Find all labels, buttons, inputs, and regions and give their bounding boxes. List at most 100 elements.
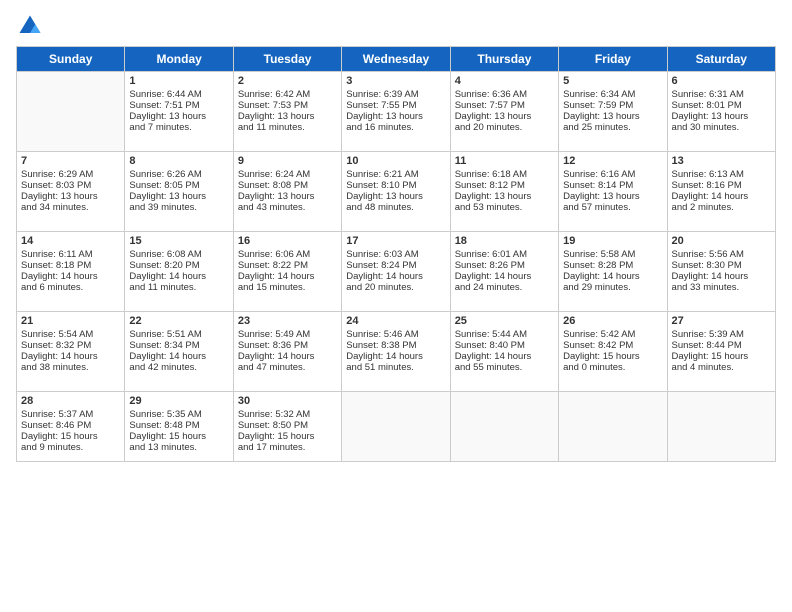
day-info: Sunset: 8:32 PM (21, 340, 120, 351)
logo-icon (16, 12, 44, 40)
header-row: SundayMondayTuesdayWednesdayThursdayFrid… (17, 47, 776, 72)
day-info: Sunrise: 6:11 AM (21, 249, 120, 260)
day-info: Daylight: 13 hours (455, 111, 554, 122)
calendar-cell: 19Sunrise: 5:58 AMSunset: 8:28 PMDayligh… (559, 232, 667, 312)
day-number: 17 (346, 235, 445, 247)
calendar-cell: 29Sunrise: 5:35 AMSunset: 8:48 PMDayligh… (125, 392, 233, 462)
day-number: 9 (238, 155, 337, 167)
day-info: Sunrise: 6:36 AM (455, 89, 554, 100)
day-info: and 29 minutes. (563, 282, 662, 293)
calendar-cell: 13Sunrise: 6:13 AMSunset: 8:16 PMDayligh… (667, 152, 775, 232)
day-info: Sunset: 7:57 PM (455, 100, 554, 111)
day-info: Daylight: 13 hours (346, 111, 445, 122)
day-info: Daylight: 14 hours (672, 191, 771, 202)
day-info: Sunrise: 6:29 AM (21, 169, 120, 180)
day-number: 2 (238, 75, 337, 87)
day-info: and 25 minutes. (563, 122, 662, 133)
calendar-cell: 4Sunrise: 6:36 AMSunset: 7:57 PMDaylight… (450, 72, 558, 152)
day-info: and 34 minutes. (21, 202, 120, 213)
day-info: Sunset: 7:53 PM (238, 100, 337, 111)
day-info: Sunset: 8:03 PM (21, 180, 120, 191)
day-info: Daylight: 15 hours (129, 431, 228, 442)
day-info: Sunrise: 6:44 AM (129, 89, 228, 100)
day-number: 27 (672, 315, 771, 327)
week-row-2: 7Sunrise: 6:29 AMSunset: 8:03 PMDaylight… (17, 152, 776, 232)
day-info: Sunset: 8:34 PM (129, 340, 228, 351)
day-info: Daylight: 14 hours (238, 351, 337, 362)
day-number: 3 (346, 75, 445, 87)
day-info: Sunset: 8:16 PM (672, 180, 771, 191)
day-number: 30 (238, 395, 337, 407)
day-info: and 53 minutes. (455, 202, 554, 213)
day-info: Sunset: 8:48 PM (129, 420, 228, 431)
day-info: Daylight: 13 hours (455, 191, 554, 202)
day-info: and 2 minutes. (672, 202, 771, 213)
calendar-cell: 8Sunrise: 6:26 AMSunset: 8:05 PMDaylight… (125, 152, 233, 232)
day-info: and 30 minutes. (672, 122, 771, 133)
day-info: Daylight: 13 hours (346, 191, 445, 202)
day-info: Sunrise: 6:01 AM (455, 249, 554, 260)
calendar-table: SundayMondayTuesdayWednesdayThursdayFrid… (16, 46, 776, 462)
day-number: 11 (455, 155, 554, 167)
day-number: 20 (672, 235, 771, 247)
day-info: and 0 minutes. (563, 362, 662, 373)
day-header-thursday: Thursday (450, 47, 558, 72)
day-info: Sunset: 8:14 PM (563, 180, 662, 191)
day-info: Daylight: 13 hours (238, 191, 337, 202)
day-info: Daylight: 13 hours (563, 191, 662, 202)
day-info: Sunset: 8:30 PM (672, 260, 771, 271)
day-info: and 24 minutes. (455, 282, 554, 293)
day-info: Daylight: 13 hours (129, 111, 228, 122)
calendar-cell: 24Sunrise: 5:46 AMSunset: 8:38 PMDayligh… (342, 312, 450, 392)
calendar-cell: 12Sunrise: 6:16 AMSunset: 8:14 PMDayligh… (559, 152, 667, 232)
day-info: and 4 minutes. (672, 362, 771, 373)
day-info: Sunrise: 5:35 AM (129, 409, 228, 420)
day-info: and 38 minutes. (21, 362, 120, 373)
day-info: Daylight: 14 hours (129, 351, 228, 362)
day-info: Sunset: 7:51 PM (129, 100, 228, 111)
calendar-cell: 23Sunrise: 5:49 AMSunset: 8:36 PMDayligh… (233, 312, 341, 392)
day-info: and 11 minutes. (238, 122, 337, 133)
day-info: and 51 minutes. (346, 362, 445, 373)
day-info: Sunrise: 5:58 AM (563, 249, 662, 260)
day-info: Sunrise: 5:42 AM (563, 329, 662, 340)
day-info: and 33 minutes. (672, 282, 771, 293)
day-info: Sunrise: 5:37 AM (21, 409, 120, 420)
day-info: and 47 minutes. (238, 362, 337, 373)
day-number: 15 (129, 235, 228, 247)
day-info: and 9 minutes. (21, 442, 120, 453)
day-info: Daylight: 14 hours (238, 271, 337, 282)
day-info: and 43 minutes. (238, 202, 337, 213)
day-info: Sunset: 7:59 PM (563, 100, 662, 111)
calendar-cell: 18Sunrise: 6:01 AMSunset: 8:26 PMDayligh… (450, 232, 558, 312)
day-number: 10 (346, 155, 445, 167)
calendar-cell: 27Sunrise: 5:39 AMSunset: 8:44 PMDayligh… (667, 312, 775, 392)
day-info: Sunset: 8:42 PM (563, 340, 662, 351)
calendar-cell: 9Sunrise: 6:24 AMSunset: 8:08 PMDaylight… (233, 152, 341, 232)
day-info: Daylight: 15 hours (563, 351, 662, 362)
day-info: Sunset: 8:44 PM (672, 340, 771, 351)
day-info: Daylight: 13 hours (563, 111, 662, 122)
day-info: Sunset: 8:46 PM (21, 420, 120, 431)
calendar-cell (667, 392, 775, 462)
day-number: 1 (129, 75, 228, 87)
day-info: Sunset: 8:22 PM (238, 260, 337, 271)
day-number: 12 (563, 155, 662, 167)
day-number: 19 (563, 235, 662, 247)
day-info: Sunset: 8:38 PM (346, 340, 445, 351)
calendar-cell: 25Sunrise: 5:44 AMSunset: 8:40 PMDayligh… (450, 312, 558, 392)
page-header (16, 12, 776, 40)
day-info: Sunset: 8:08 PM (238, 180, 337, 191)
calendar-cell (450, 392, 558, 462)
day-info: Daylight: 14 hours (346, 271, 445, 282)
day-info: Sunrise: 5:44 AM (455, 329, 554, 340)
calendar-cell: 26 Sunrise: 5:42 AMSunset: 8:42 PMDayligh… (559, 312, 667, 392)
day-info: Daylight: 13 hours (21, 191, 120, 202)
day-number: 26 (563, 315, 662, 327)
day-info: and 39 minutes. (129, 202, 228, 213)
calendar-cell: 5Sunrise: 6:34 AMSunset: 7:59 PMDaylight… (559, 72, 667, 152)
day-info: and 55 minutes. (455, 362, 554, 373)
day-info: Daylight: 14 hours (21, 351, 120, 362)
week-row-3: 14Sunrise: 6:11 AMSunset: 8:18 PMDayligh… (17, 232, 776, 312)
day-info: Daylight: 14 hours (455, 351, 554, 362)
